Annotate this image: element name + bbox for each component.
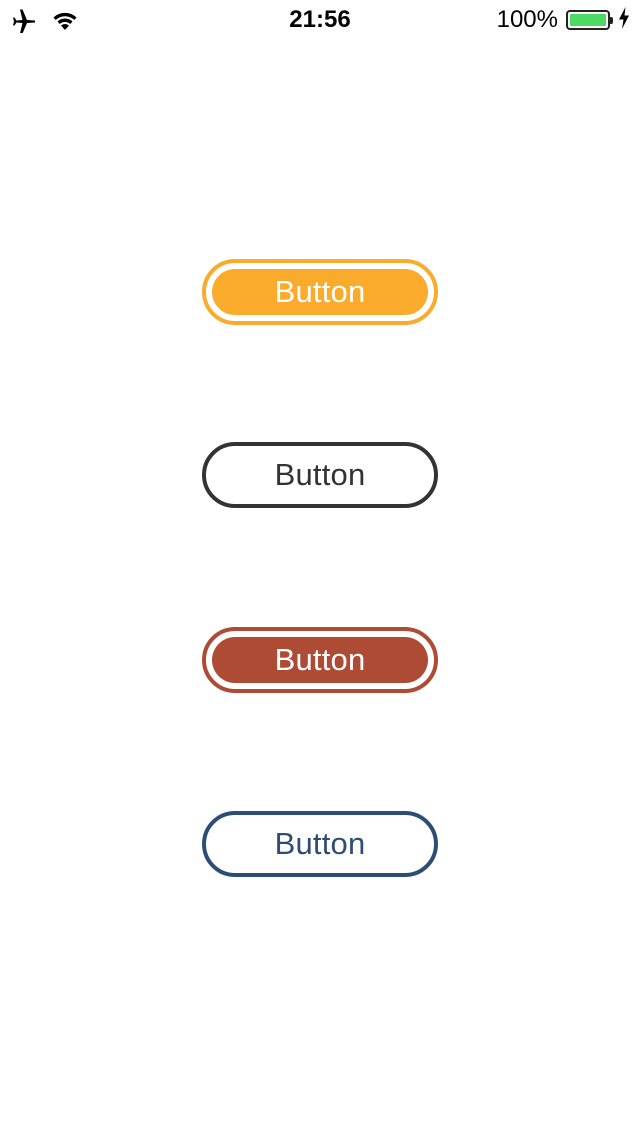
blue-button[interactable]: Button — [202, 811, 438, 877]
orange-button-label: Button — [274, 274, 366, 309]
battery-percent: 100% — [496, 6, 558, 33]
red-button[interactable]: Button — [202, 627, 438, 693]
battery-icon — [566, 10, 613, 30]
status-right: 100% — [497, 6, 630, 34]
dark-button-label: Button — [274, 457, 366, 492]
status-bar: 21:56 100% — [0, 0, 640, 40]
charging-bolt-icon — [618, 6, 630, 34]
blue-button-label: Button — [274, 826, 366, 861]
dark-button[interactable]: Button — [202, 442, 438, 508]
battery-nub — [610, 17, 613, 24]
battery-fill — [570, 14, 606, 26]
orange-button[interactable]: Button — [202, 259, 438, 325]
red-button-label: Button — [274, 642, 366, 677]
